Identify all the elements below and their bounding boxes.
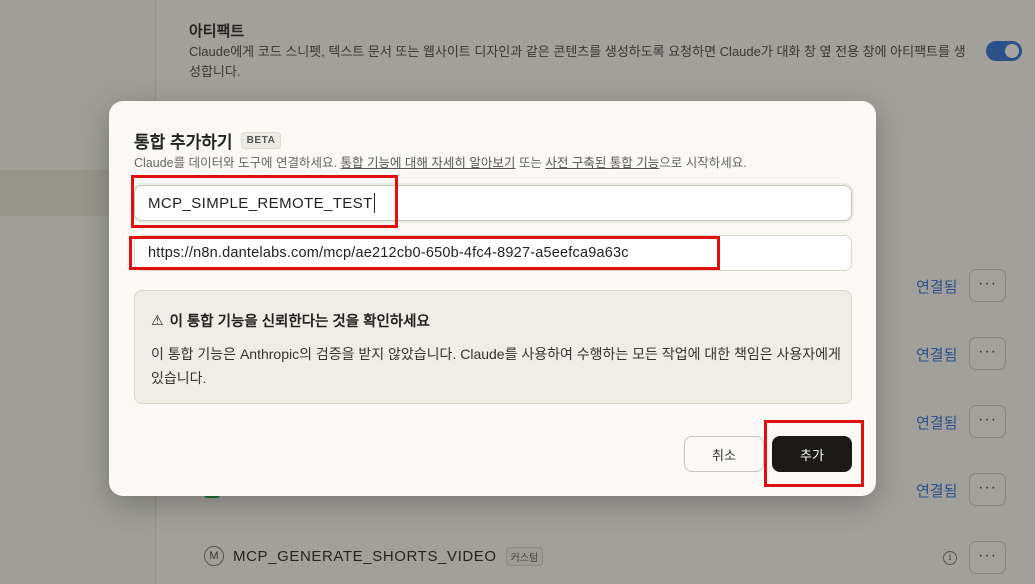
warning-title: ⚠ 이 통합 기능을 신뢰한다는 것을 확인하세요 [151,312,430,330]
integration-url-value: https://n8n.dantelabs.com/mcp/ae212cb0-6… [148,245,629,261]
integration-name-value: MCP_SIMPLE_REMOTE_TEST [148,194,373,212]
text-caret [373,193,375,213]
trust-warning-box: ⚠ 이 통합 기능을 신뢰한다는 것을 확인하세요 이 통합 기능은 Anthr… [134,290,852,404]
cancel-button[interactable]: 취소 [684,436,764,472]
modal-header: 통합 추가하기 BETA [134,128,282,153]
warning-icon: ⚠ [151,312,164,328]
integration-name-input[interactable]: MCP_SIMPLE_REMOTE_TEST [134,185,852,221]
learn-more-link[interactable]: 통합 기능에 대해 자세히 알아보기 [340,156,515,170]
add-button[interactable]: 추가 [772,436,852,472]
warning-body: 이 통합 기능은 Anthropic의 검증을 받지 않았습니다. Claude… [151,346,841,386]
modal-subtitle: Claude를 데이터와 도구에 연결하세요. 통합 기능에 대해 자세히 알아… [134,156,747,170]
beta-badge: BETA [240,132,282,149]
prebuilt-integrations-link[interactable]: 사전 구축된 통합 기능 [545,156,659,170]
modal-title: 통합 추가하기 [134,133,233,152]
add-integration-modal: 통합 추가하기 BETA Claude를 데이터와 도구에 연결하세요. 통합 … [109,101,876,496]
integration-url-input[interactable]: https://n8n.dantelabs.com/mcp/ae212cb0-6… [134,235,852,271]
